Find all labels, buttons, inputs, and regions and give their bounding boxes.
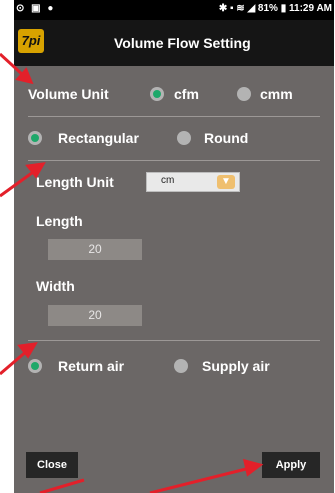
radio-round-label[interactable]: Round [204,130,248,146]
radio-supply-air[interactable] [174,359,188,373]
length-label: Length [36,213,83,229]
radio-return-air[interactable] [28,359,42,373]
volume-unit-label: Volume Unit [28,86,109,102]
chevron-down-icon: ▼ [217,175,235,189]
radio-supply-air-label[interactable]: Supply air [202,358,270,374]
width-input[interactable]: 20 [48,305,142,326]
radio-return-air-label[interactable]: Return air [58,358,124,374]
length-unit-value: cm [161,175,175,186]
status-icons-right: ✱ ▪ ≋ ◢ 81% ▮ 11:29 AM [218,3,332,14]
radio-rectangular[interactable] [28,131,42,145]
radio-cfm-label[interactable]: cfm [174,86,199,102]
app-logo: 7pi [18,29,44,53]
radio-cmm[interactable] [237,87,251,101]
apply-button[interactable]: Apply [262,452,320,478]
radio-round[interactable] [177,131,191,145]
length-unit-label: Length Unit [36,174,114,190]
page-title: Volume Flow Setting [114,35,251,51]
width-label: Width [36,278,75,294]
status-bar: ⊙ ▣ ● ✱ ▪ ≋ ◢ 81% ▮ 11:29 AM [14,0,334,20]
length-unit-select[interactable]: cm ▼ [146,172,240,192]
radio-cfm[interactable] [150,87,164,101]
length-input[interactable]: 20 [48,239,142,260]
app-screen: ⊙ ▣ ● ✱ ▪ ≋ ◢ 81% ▮ 11:29 AM 7pi Volume … [14,0,334,493]
close-button[interactable]: Close [26,452,78,478]
divider [28,116,320,117]
radio-rectangular-label[interactable]: Rectangular [58,130,139,146]
divider [28,160,320,161]
status-icons-left: ⊙ ▣ ● [16,3,56,14]
app-bar: 7pi Volume Flow Setting [14,20,334,66]
radio-cmm-label[interactable]: cmm [260,86,293,102]
divider [28,340,320,341]
